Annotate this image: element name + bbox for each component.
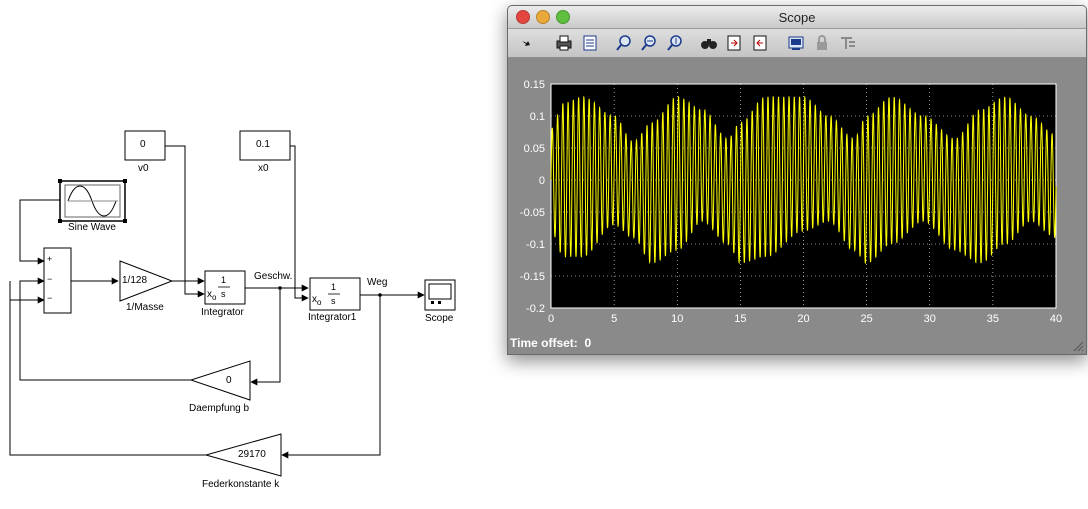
y-tick-label: 0 xyxy=(539,175,545,187)
x-tick-label: 0 xyxy=(548,313,554,325)
integrator1-ic-label: xo xyxy=(312,294,322,307)
x-tick-label: 10 xyxy=(671,313,683,325)
y-tick-label: -0.05 xyxy=(520,207,545,219)
zoom-y-icon[interactable] xyxy=(665,33,685,53)
signal-label-velocity: Geschw. xyxy=(254,271,293,282)
v0-name: v0 xyxy=(138,163,149,174)
scope-plot[interactable]: 0 5 10 15 20 25 30 35 40 0.15 0.1 0.05 0 -0.05 -0.1 -0.… xyxy=(508,58,1086,328)
damping-name: Daempfung b xyxy=(189,403,250,414)
scope-toolbar xyxy=(508,29,1086,58)
arrow-icon[interactable] xyxy=(516,33,536,53)
branch-point-position xyxy=(378,293,382,297)
gain-mass-value: 1/128 xyxy=(122,275,148,286)
integrator-ic-label: xo xyxy=(207,289,217,302)
time-offset-value: 0 xyxy=(584,336,592,350)
params-icon[interactable] xyxy=(580,33,600,53)
sum-sign-1: + xyxy=(47,254,53,264)
y-tick-label: 0.15 xyxy=(524,79,545,91)
signal-label-position: Weg xyxy=(367,277,388,288)
autoscale-icon[interactable] xyxy=(699,33,719,53)
x0-value: 0.1 xyxy=(256,139,270,150)
block-sine-wave[interactable] xyxy=(58,179,127,223)
block-damping-gain[interactable] xyxy=(189,360,251,401)
y-tick-label: -0.1 xyxy=(526,239,545,251)
save-axes-icon[interactable] xyxy=(724,33,744,53)
signal-line-spring[interactable] xyxy=(9,281,206,456)
v0-value: 0 xyxy=(140,139,146,150)
x-tick-label: 30 xyxy=(924,313,936,325)
print-icon[interactable] xyxy=(554,33,574,53)
sum-sign-2: − xyxy=(47,274,53,284)
block-scope[interactable] xyxy=(424,279,456,311)
signal-selection-icon[interactable] xyxy=(838,33,858,53)
zoom-x-icon[interactable] xyxy=(639,33,659,53)
zoom-icon[interactable] xyxy=(614,33,634,53)
scope-titlebar[interactable]: Scope xyxy=(508,6,1086,29)
scope-window: Scope 0 5 10 15 20 25 30 35 40 0.15 0.1 0.05 0 -0.05 -… xyxy=(507,5,1087,355)
x-tick-label: 15 xyxy=(734,313,746,325)
integrator-name: Integrator xyxy=(201,307,244,318)
branch-point-velocity xyxy=(278,286,282,290)
time-offset-label: Time offset: xyxy=(510,336,578,350)
signal-line-velocity-branch[interactable] xyxy=(250,288,281,386)
resize-grip-icon[interactable] xyxy=(1072,340,1084,352)
floating-scope-icon[interactable] xyxy=(786,33,806,53)
y-tick-label: -0.15 xyxy=(520,271,545,283)
x-tick-label: 40 xyxy=(1050,313,1062,325)
integrator-den: s xyxy=(221,289,226,299)
x-tick-label: 35 xyxy=(987,313,999,325)
sum-sign-3: − xyxy=(47,293,53,303)
lock-icon[interactable] xyxy=(812,33,832,53)
y-tick-label: -0.2 xyxy=(526,303,545,315)
signal-line-v0[interactable] xyxy=(165,145,205,298)
signal-line-x0[interactable] xyxy=(290,145,309,302)
x-tick-label: 20 xyxy=(797,313,809,325)
x-tick-label: 5 xyxy=(611,313,617,325)
spring-name: Federkonstante k xyxy=(202,479,280,490)
integrator1-den: s xyxy=(331,296,336,306)
scope-block-name: Scope xyxy=(425,313,454,324)
time-offset: Time offset: 0 xyxy=(510,336,591,350)
window-title: Scope xyxy=(778,10,816,25)
integrator-num: 1 xyxy=(221,275,227,285)
y-tick-label: 0.05 xyxy=(524,143,545,155)
integrator1-name: Integrator1 xyxy=(308,312,357,323)
sine-name: Sine Wave xyxy=(68,222,116,233)
x0-name: x0 xyxy=(258,163,269,174)
integrator1-num: 1 xyxy=(331,282,337,292)
damping-value: 0 xyxy=(226,375,232,386)
y-tick-label: 0.1 xyxy=(530,111,545,123)
spring-value: 29170 xyxy=(238,449,266,460)
restore-axes-icon[interactable] xyxy=(750,33,770,53)
x-tick-label: 25 xyxy=(861,313,873,325)
gain-mass-name: 1/Masse xyxy=(126,302,164,313)
